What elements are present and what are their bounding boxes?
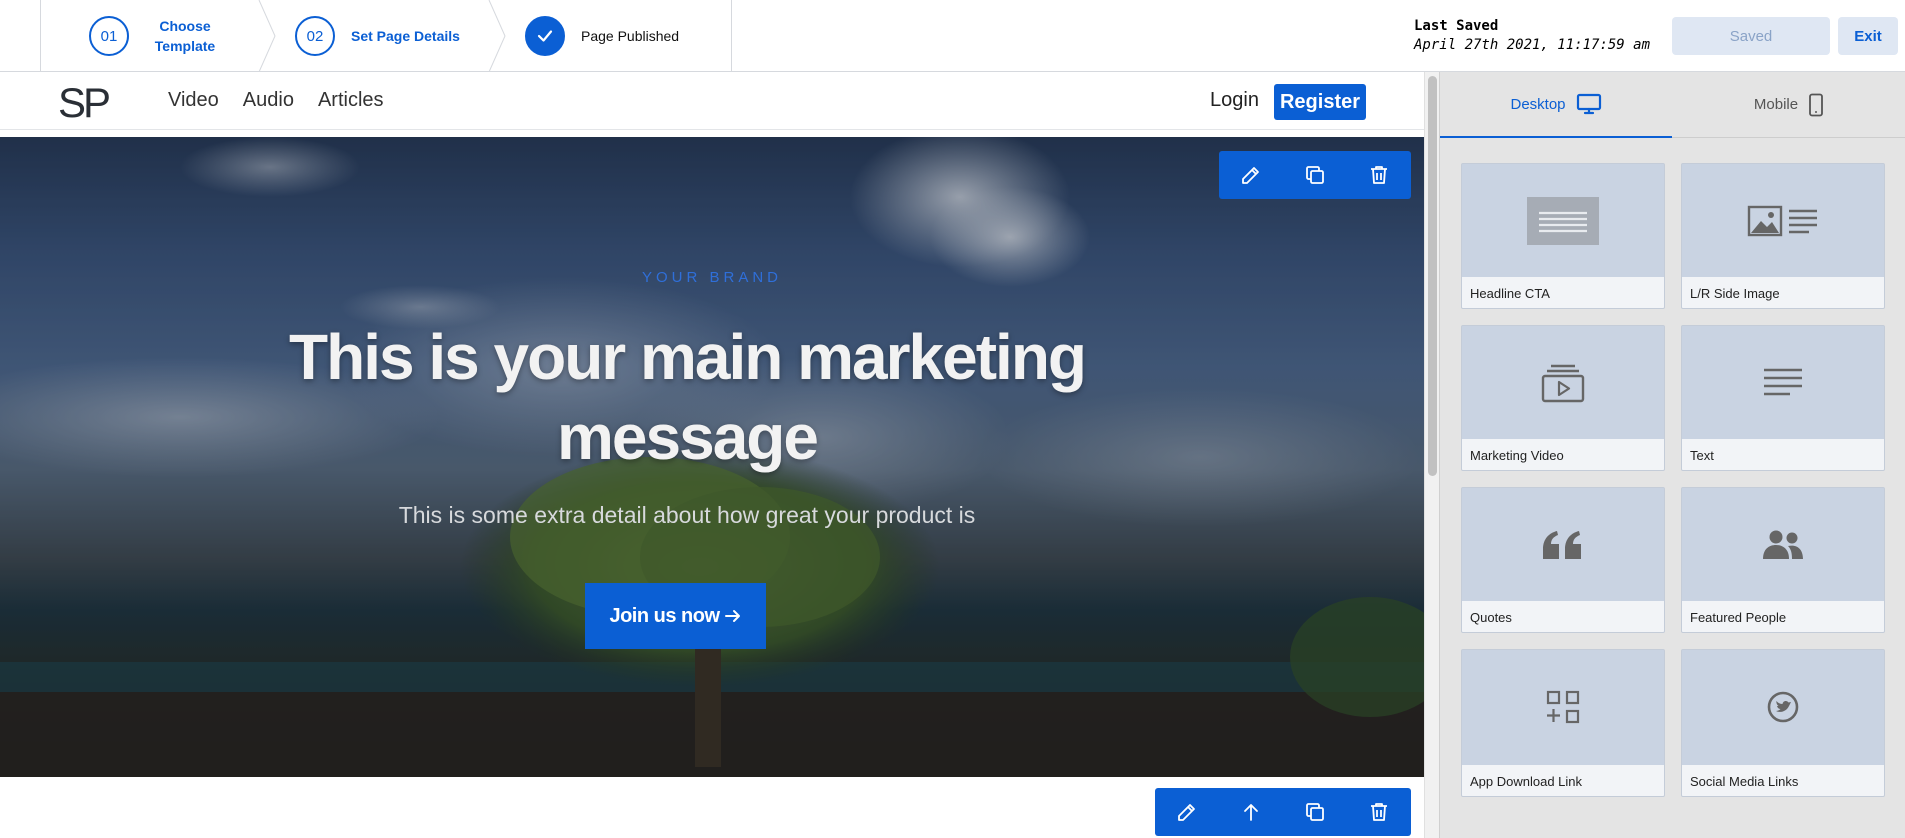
step-set-page-details[interactable]: 02 Set Page Details	[295, 0, 460, 72]
tab-label: Mobile	[1753, 96, 1799, 113]
register-button[interactable]: Register	[1274, 84, 1366, 120]
block-label: Quotes	[1462, 601, 1664, 632]
device-tabs: Desktop Mobile	[1440, 72, 1905, 138]
headline-icon	[1462, 164, 1664, 277]
step-separator	[258, 0, 276, 72]
duplicate-icon[interactable]	[1300, 160, 1330, 190]
block-marketing-video[interactable]: Marketing Video	[1461, 325, 1665, 471]
step-page-published[interactable]: Page Published	[525, 0, 679, 72]
hero-subtitle: This is some extra detail about how grea…	[398, 502, 976, 528]
block-label: Marketing Video	[1462, 439, 1664, 470]
people-icon	[1682, 488, 1884, 601]
delete-icon[interactable]	[1364, 797, 1394, 827]
block-side-image[interactable]: L/R Side Image	[1681, 163, 1885, 309]
site-nav-links: Video Audio Articles	[168, 89, 384, 112]
text-icon	[1682, 326, 1884, 439]
step-choose-template[interactable]: 01 Choose Template	[89, 0, 225, 72]
scrollbar-thumb[interactable]	[1428, 76, 1437, 476]
step-number: 01	[89, 16, 129, 56]
block-label: Featured People	[1682, 601, 1884, 632]
last-saved-timestamp: April 27th 2021, 11:17:59 am	[1414, 37, 1651, 53]
last-saved-info: Last Saved April 27th 2021, 11:17:59 am	[1414, 17, 1650, 55]
app-download-icon	[1462, 650, 1664, 763]
block-app-download[interactable]: App Download Link	[1461, 649, 1665, 797]
side-image-icon	[1682, 164, 1884, 277]
progress-stepper: 01 Choose Template 02 Set Page Details P…	[40, 0, 732, 72]
hero-cta-label: Join us now	[609, 604, 720, 627]
step-label: Page Published	[581, 28, 680, 44]
page-canvas: SP Video Audio Articles Login Register Y…	[0, 72, 1424, 838]
block-label: Headline CTA	[1462, 277, 1664, 308]
block-featured-people[interactable]: Featured People	[1681, 487, 1885, 633]
tab-desktop[interactable]: Desktop	[1440, 72, 1672, 138]
login-link[interactable]: Login	[1210, 89, 1259, 112]
block-label: L/R Side Image	[1682, 277, 1884, 308]
hero-brand: YOUR BRAND	[641, 269, 782, 286]
blocks-panel: Desktop Mobile Headline CTA L/R Side Ima…	[1439, 72, 1905, 838]
top-bar: 01 Choose Template 02 Set Page Details P…	[0, 0, 1905, 72]
tab-mobile[interactable]: Mobile	[1672, 72, 1905, 138]
exit-button[interactable]: Exit	[1838, 17, 1898, 55]
duplicate-icon[interactable]	[1300, 797, 1330, 827]
block-headline-cta[interactable]: Headline CTA	[1461, 163, 1665, 309]
block-label: Text	[1682, 439, 1884, 470]
last-saved-title: Last Saved	[1414, 18, 1499, 34]
social-icon	[1682, 650, 1884, 763]
step-separator	[488, 0, 506, 72]
tab-label: Desktop	[1510, 95, 1566, 113]
block-quotes[interactable]: Quotes	[1461, 487, 1665, 633]
video-icon	[1462, 326, 1664, 439]
site-navbar: SP Video Audio Articles Login Register	[0, 72, 1424, 130]
hero-title: This is your main marketing message	[289, 321, 1087, 473]
nav-link-video[interactable]: Video	[168, 89, 219, 112]
block-label: Social Media Links	[1682, 765, 1884, 796]
arrow-right-icon	[724, 610, 740, 622]
move-up-icon[interactable]	[1236, 797, 1266, 827]
block-social-media[interactable]: Social Media Links	[1681, 649, 1885, 797]
saved-button[interactable]: Saved	[1672, 17, 1830, 55]
desktop-icon	[1576, 93, 1601, 115]
next-section-toolbar	[1155, 788, 1411, 836]
block-label: App Download Link	[1462, 765, 1664, 796]
delete-icon[interactable]	[1364, 160, 1394, 190]
quote-icon	[1462, 488, 1664, 601]
nav-link-audio[interactable]: Audio	[243, 89, 294, 112]
block-text[interactable]: Text	[1681, 325, 1885, 471]
edit-icon[interactable]	[1236, 160, 1266, 190]
edit-icon[interactable]	[1172, 797, 1202, 827]
mobile-icon	[1809, 93, 1823, 116]
hero-cta-button[interactable]: Join us now	[585, 583, 766, 649]
canvas-scrollbar[interactable]	[1424, 72, 1439, 838]
step-number: 02	[295, 16, 335, 56]
check-icon	[525, 16, 565, 56]
section-toolbar	[1219, 151, 1411, 199]
step-label: Set Page Details	[351, 28, 460, 44]
step-label: Choose Template	[154, 18, 216, 54]
site-logo[interactable]: SP	[58, 79, 111, 127]
hero-section[interactable]: YOUR BRAND This is your main marketing m…	[0, 137, 1424, 777]
nav-link-articles[interactable]: Articles	[318, 89, 384, 112]
